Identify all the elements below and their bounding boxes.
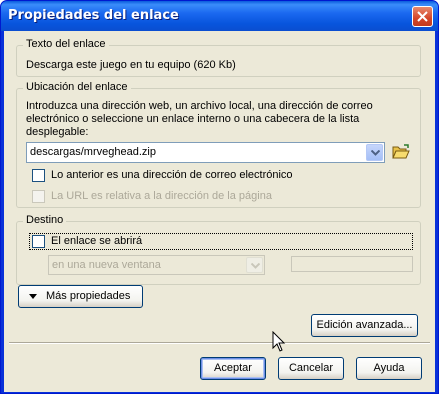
advanced-edit-button[interactable]: Edición avanzada... — [311, 314, 418, 337]
link-location-group: Ubicación del enlace Introduzca una dire… — [16, 81, 421, 208]
link-text-group: Texto del enlace Descarga este juego en … — [16, 38, 421, 77]
email-checkbox-label[interactable]: Lo anterior es una dirección de correo e… — [51, 169, 293, 181]
instructions-line-2: electrónico o seleccione un enlace inter… — [26, 113, 360, 125]
help-label: Ayuda — [373, 362, 405, 374]
title-bar[interactable]: Propiedades del enlace — [1, 1, 438, 31]
help-button[interactable]: Ayuda — [356, 357, 422, 380]
target-checkbox-label[interactable]: El enlace se abrirá — [51, 235, 142, 247]
chevron-down-icon — [371, 150, 380, 156]
relative-url-checkbox-label: La URL es relativa a la dirección de la … — [51, 190, 272, 202]
dialog-window: Propiedades del enlace Texto del enlace … — [0, 0, 439, 394]
more-properties-button[interactable]: Más propiedades — [18, 285, 143, 308]
instructions-line-3: desplegable: — [26, 126, 89, 138]
separator — [9, 342, 430, 344]
chevron-down-icon — [251, 263, 260, 269]
mouse-cursor-icon — [272, 331, 286, 352]
target-frame-name-field[interactable] — [291, 256, 413, 272]
accept-label: Aceptar — [214, 362, 252, 374]
triangle-down-icon — [29, 294, 37, 299]
open-folder-icon — [392, 144, 410, 159]
window-title: Propiedades del enlace — [8, 8, 179, 23]
more-properties-label: Más propiedades — [46, 290, 131, 302]
url-dropdown-button[interactable] — [366, 144, 383, 161]
target-checkbox[interactable] — [32, 235, 45, 248]
link-text-value: Descarga este juego en tu equipo (620 Kb… — [26, 59, 236, 71]
target-window-value: en una nueva ventana — [52, 259, 161, 271]
close-icon — [417, 11, 428, 22]
target-window-select[interactable]: en una nueva ventana — [48, 255, 265, 275]
accept-button[interactable]: Aceptar — [200, 357, 266, 380]
email-checkbox[interactable] — [32, 169, 45, 182]
location-instructions: Introduzca una dirección web, un archivo… — [26, 100, 418, 139]
link-text-group-label: Texto del enlace — [23, 38, 109, 50]
browse-file-button[interactable] — [391, 143, 411, 161]
advanced-edit-label: Edición avanzada... — [316, 319, 413, 331]
instructions-line-1: Introduzca una dirección web, un archivo… — [26, 100, 373, 112]
dialog-body: Texto del enlace Descarga este juego en … — [4, 31, 435, 392]
url-combobox[interactable]: descargas/mrveghead.zip — [26, 142, 385, 163]
link-location-group-label: Ubicación del enlace — [23, 81, 131, 93]
target-group-label: Destino — [23, 214, 67, 226]
cancel-button[interactable]: Cancelar — [278, 357, 344, 380]
target-group: Destino El enlace se abrirá en una nueva… — [16, 214, 421, 285]
target-dropdown-button[interactable] — [246, 257, 263, 273]
url-value: descargas/mrveghead.zip — [30, 146, 156, 158]
relative-url-checkbox[interactable] — [32, 190, 45, 203]
cancel-label: Cancelar — [288, 362, 334, 374]
close-button[interactable] — [412, 6, 433, 27]
